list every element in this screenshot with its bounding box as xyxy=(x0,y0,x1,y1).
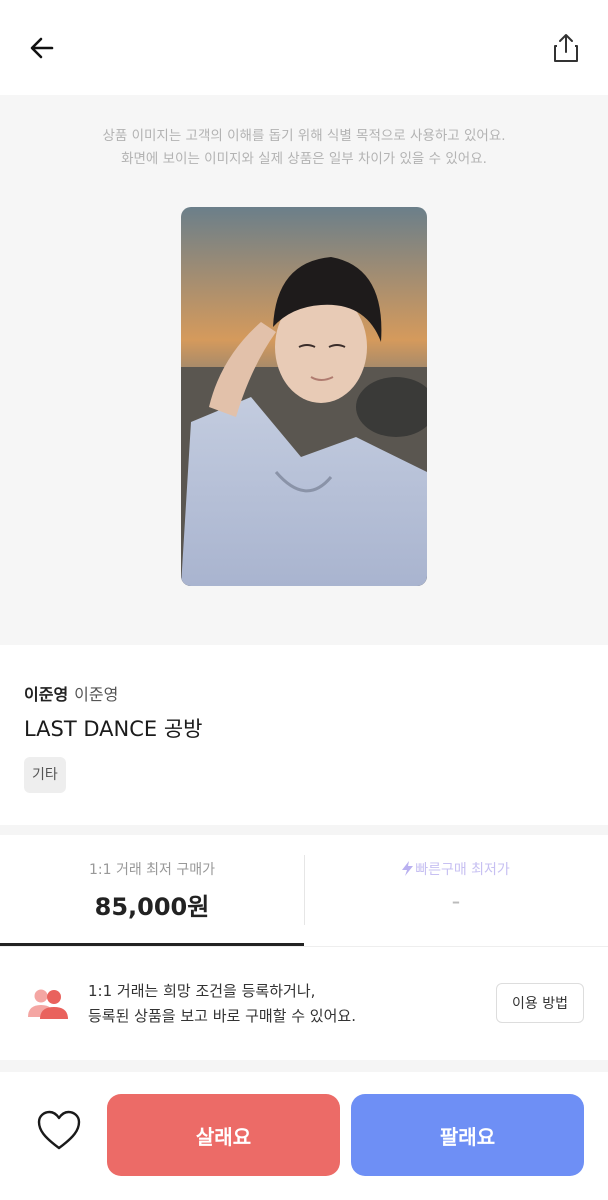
direct-price-label: 1:1 거래 최저 구매가 xyxy=(88,862,216,878)
section-divider-bottom xyxy=(0,1060,608,1072)
product-photo[interactable] xyxy=(181,207,427,586)
buy-button[interactable]: 살래요 xyxy=(107,1094,340,1176)
share-icon xyxy=(554,34,578,62)
artist-line: 이준영 이준영 xyxy=(24,681,118,705)
quick-price-value: - xyxy=(451,887,461,915)
sell-button[interactable]: 팔래요 xyxy=(351,1094,584,1176)
trade-guide: 1:1 거래는 희망 조건을 등록하거나, 등록된 상품을 보고 바로 구매할 … xyxy=(0,947,608,1060)
guide-text-line1: 1:1 거래는 희망 조건을 등록하거나, xyxy=(88,982,316,1000)
product-info: 이준영 이준영 LAST DANCE 공방 기타 xyxy=(0,645,608,825)
section-divider xyxy=(0,825,608,835)
direct-price-value: 85,000원 xyxy=(94,893,210,921)
tab-quick-buy-price[interactable]: 빠른구매 최저가 - xyxy=(304,835,608,947)
product-title: LAST DANCE 공방 xyxy=(24,717,203,741)
image-notice-line2: 화면에 보이는 이미지와 실제 상품은 일부 차이가 있을 수 있어요. xyxy=(121,151,487,167)
arrow-left-icon xyxy=(30,37,54,59)
image-notice-line1: 상품 이미지는 고객의 이해를 돕기 위해 식별 목적으로 사용하고 있어요. xyxy=(102,128,506,144)
bottom-action-bar: 살래요 팔래요 xyxy=(0,1072,608,1200)
photocard-image xyxy=(181,207,427,586)
guide-text: 1:1 거래는 희망 조건을 등록하거나, 등록된 상품을 보고 바로 구매할 … xyxy=(88,979,356,1029)
active-tab-indicator xyxy=(0,943,304,946)
artist-name[interactable]: 이준영 xyxy=(24,685,68,704)
quick-price-label-row: 빠른구매 최저가 xyxy=(304,859,608,879)
back-button[interactable] xyxy=(22,28,62,68)
price-tabs: 1:1 거래 최저 구매가 85,000원 빠른구매 최저가 - xyxy=(0,835,608,947)
category-tag: 기타 xyxy=(24,757,66,793)
how-to-use-button[interactable]: 이용 방법 xyxy=(496,983,584,1023)
guide-text-line2: 등록된 상품을 보고 바로 구매할 수 있어요. xyxy=(88,1007,356,1025)
users-icon xyxy=(28,989,68,1019)
artist-subname: 이준영 xyxy=(74,685,119,704)
product-image-section: 상품 이미지는 고객의 이해를 돕기 위해 식별 목적으로 사용하고 있어요. … xyxy=(0,95,608,645)
share-button[interactable] xyxy=(546,28,586,68)
image-notice: 상품 이미지는 고객의 이해를 돕기 위해 식별 목적으로 사용하고 있어요. … xyxy=(0,125,608,171)
tab-direct-trade-price[interactable]: 1:1 거래 최저 구매가 85,000원 xyxy=(0,835,304,947)
quick-price-label: 빠른구매 최저가 xyxy=(415,862,510,878)
wishlist-button[interactable] xyxy=(36,1108,82,1152)
heart-icon xyxy=(37,1110,81,1150)
top-bar xyxy=(0,0,608,95)
lightning-icon xyxy=(402,861,414,876)
